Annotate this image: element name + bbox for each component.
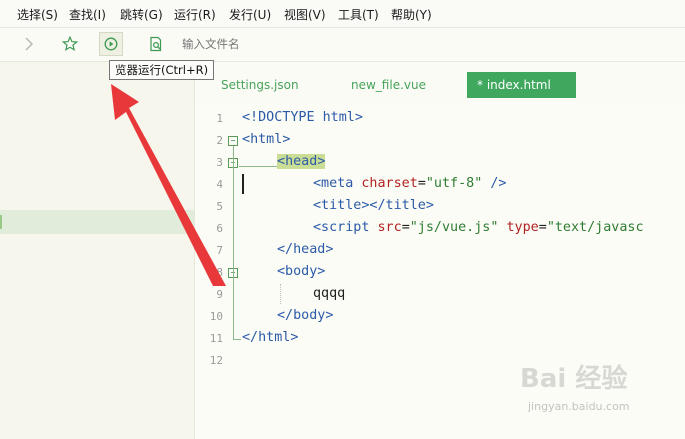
fold-guide [233,146,234,340]
line-number: 1 [216,112,223,125]
line-number: 11 [209,332,223,345]
line-number: 7 [216,244,223,257]
code-token: > [282,132,291,147]
play-circle-icon [104,37,118,51]
code-line-1: <!DOCTYPE html> [242,110,363,125]
file-search-button[interactable] [146,33,166,55]
code-token: html [250,132,283,147]
editor-tabs: Settings.json new_file.vue * index.html [195,62,685,102]
menu-publish[interactable]: 发行(U) [229,6,271,23]
code-line-8: <body> [277,264,325,279]
code-token: "text/javasc [546,220,644,235]
code-token: </body> [277,308,334,323]
menu-help[interactable]: 帮助(Y) [391,6,432,23]
code-line-6: <script src="js/vue.js" type="text/javas… [313,220,644,235]
star-icon [62,36,78,52]
run-in-browser-button[interactable] [99,32,123,56]
code-token: src [369,220,402,235]
head-tag-highlight: <head> [277,154,326,169]
favorite-button[interactable] [60,33,80,55]
code-line-2: <html> [242,132,290,147]
file-search-icon [150,36,162,52]
code-token: qqqq [313,286,346,301]
watermark-logo: Bai 经验 [520,364,628,394]
code-token: /> [482,176,507,191]
sidebar-selected-item[interactable] [0,210,194,234]
menu-view[interactable]: 视图(V) [284,6,326,23]
menu-select[interactable]: 选择(S) [17,6,58,23]
code-token: head [285,154,318,169]
indent-guide [280,284,282,304]
code-token: "utf-8" [425,176,483,191]
code-token: <body> [277,264,326,279]
line-number: 4 [216,178,223,191]
forward-button[interactable] [20,33,38,55]
toolbar [0,28,685,62]
menu-run[interactable]: 运行(R) [174,6,216,23]
code-line-10: </body> [277,308,333,323]
fold-toggle-icon[interactable]: − [228,136,238,146]
tab-new-file-vue[interactable]: new_file.vue [351,72,426,98]
tab-index-html[interactable]: * index.html [467,72,576,98]
run-tooltip: 览器运行(Ctrl+R) [109,60,215,80]
project-sidebar [0,62,195,439]
code-token: </head> [277,242,334,257]
line-number: 6 [216,222,223,235]
code-token: < [242,132,251,147]
code-token: = [538,220,547,235]
selection-marker [0,215,2,229]
file-search-input[interactable] [176,35,388,53]
fold-guide [233,339,241,340]
line-number: 12 [209,354,223,367]
code-token: = [417,176,426,191]
code-token: <meta [313,176,354,191]
watermark-url: jingyan.baidu.com [528,400,630,413]
text-cursor [242,174,244,194]
menu-find[interactable]: 查找(I) [69,6,106,23]
menu-tools[interactable]: 工具(T) [338,6,379,23]
code-token: = [401,220,410,235]
line-number: 5 [216,200,223,213]
menu-bar: 选择(S) 查找(I) 跳转(G) 运行(R) 发行(U) 视图(V) 工具(T… [0,0,685,28]
code-line-11: </html> [242,330,298,345]
code-token: < [277,154,286,169]
line-number: 10 [209,310,223,323]
code-token: > [317,154,326,169]
code-line-7: </head> [277,242,333,257]
line-number: 3 [216,156,223,169]
code-token: "js/vue.js" [409,220,499,235]
code-token: <title></title> [313,198,434,213]
code-line-3: <head> [277,154,326,169]
fold-guide [239,166,277,167]
line-number: 8 [216,266,223,279]
line-number: 9 [216,288,223,301]
code-token: </html> [242,330,299,345]
tab-settings-json[interactable]: Settings.json [221,72,299,98]
code-line-5: <title></title> [313,198,434,213]
code-token: type [498,220,539,235]
chevron-right-icon [25,37,34,51]
menu-goto[interactable]: 跳转(G) [120,6,163,23]
code-line-9: qqqq [313,286,345,301]
doctype-token: <!DOCTYPE html> [242,110,363,125]
line-number: 2 [216,134,223,147]
code-token: <script [313,220,370,235]
code-line-4: <meta charset="utf-8" /> [313,176,507,191]
code-token: charset [353,176,418,191]
